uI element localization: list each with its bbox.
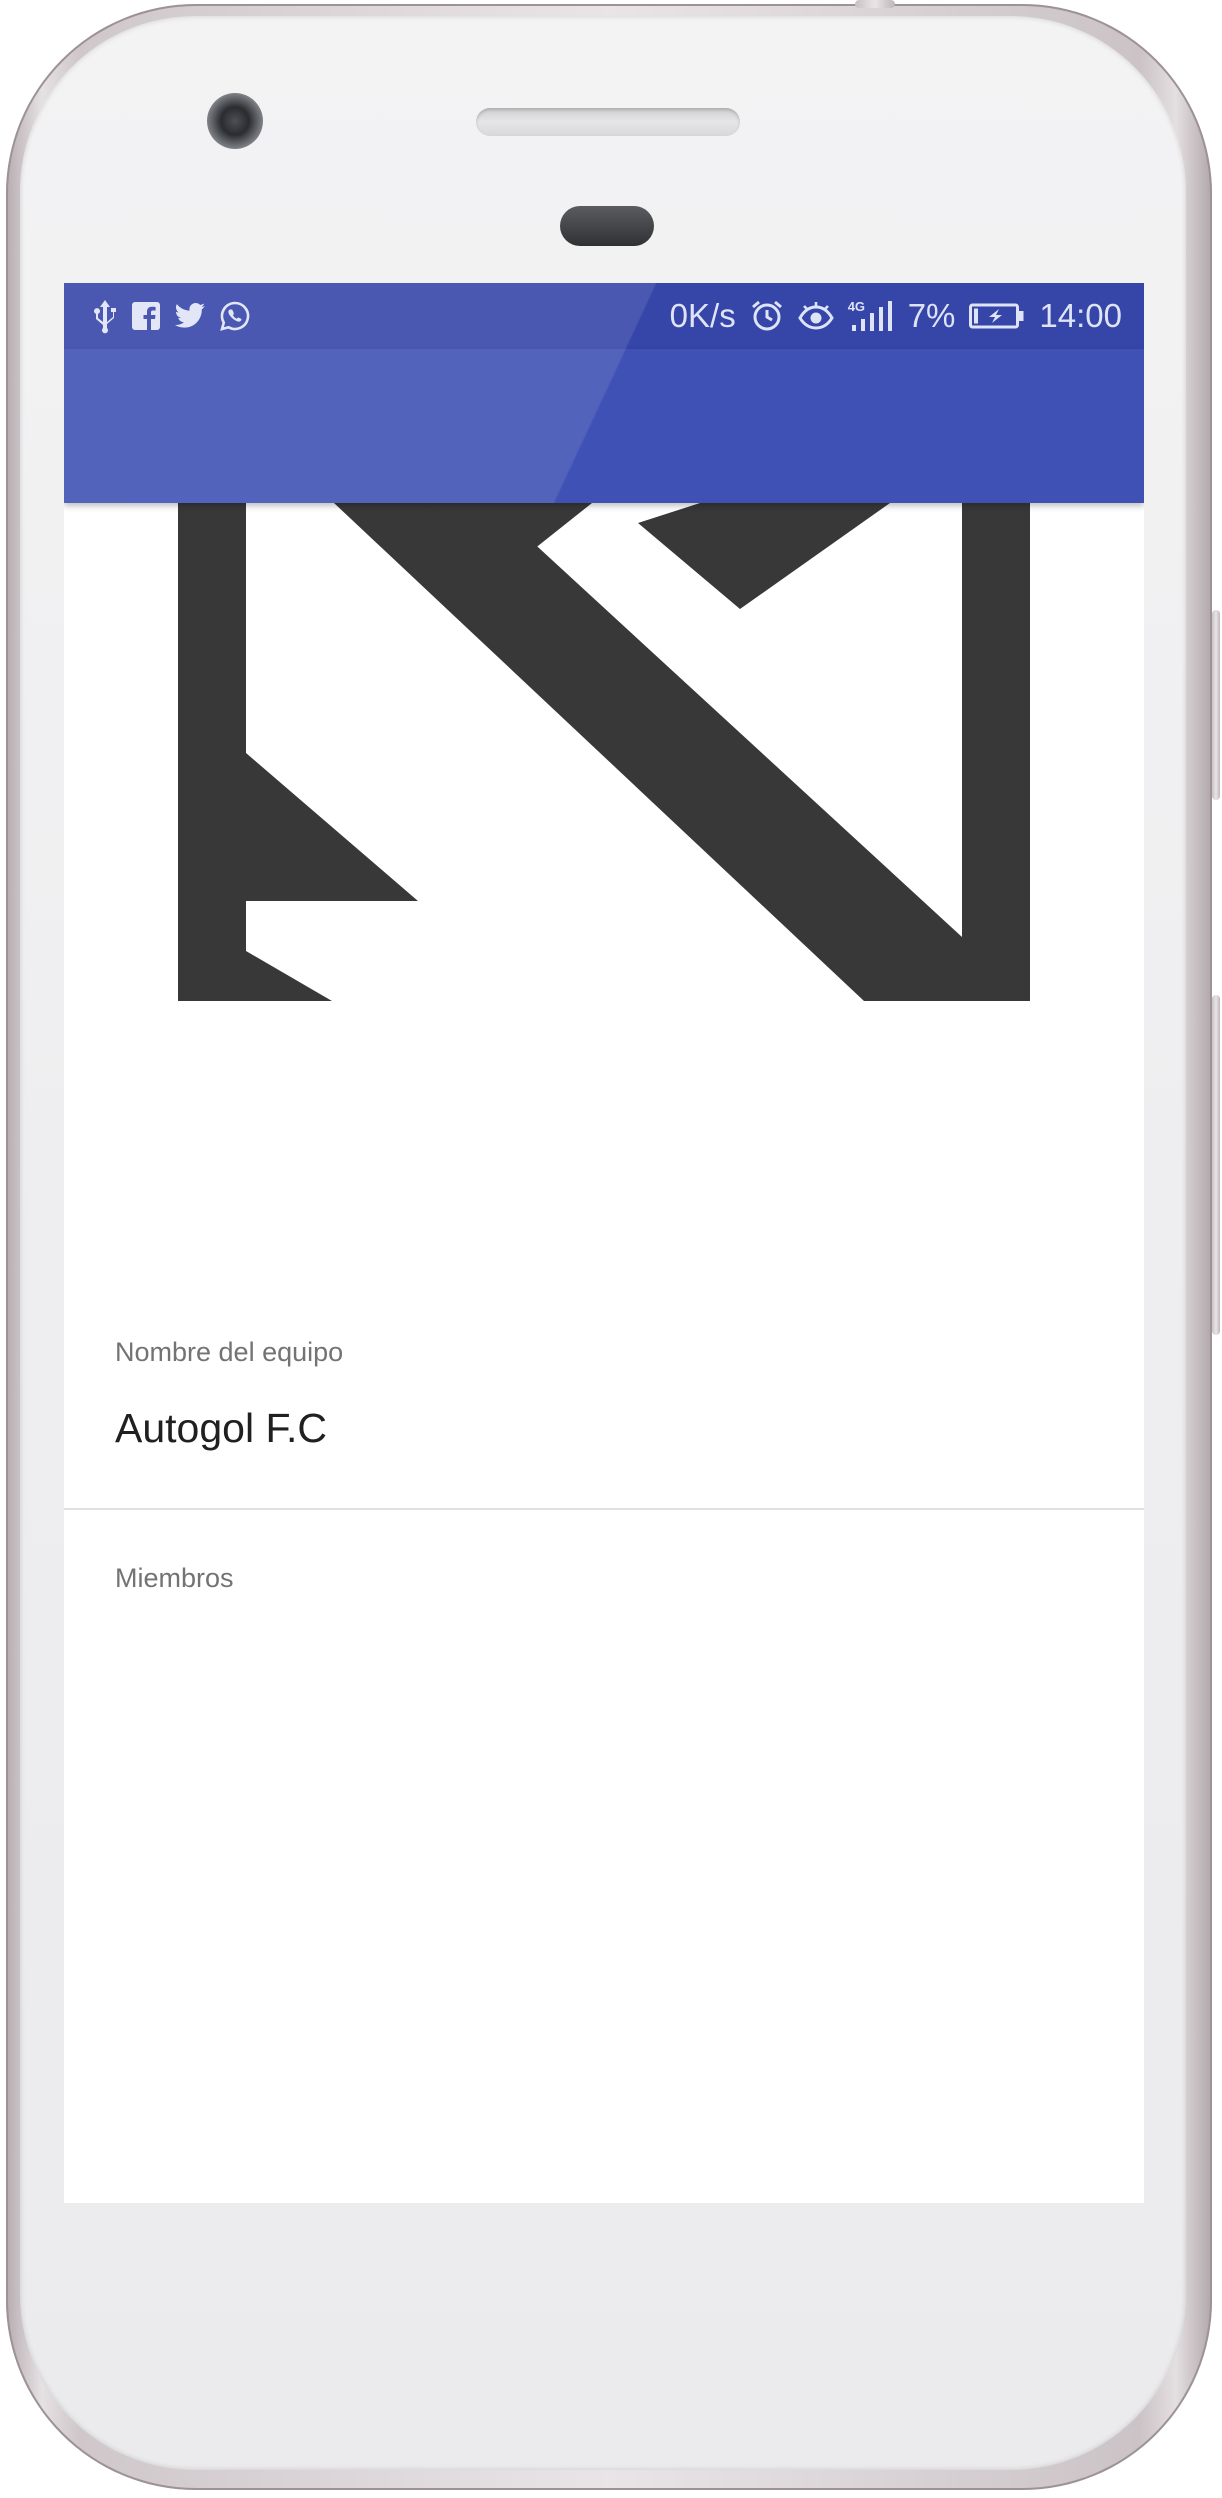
team-logo-image xyxy=(178,503,1030,1001)
status-left-icons xyxy=(92,298,250,334)
app-bar xyxy=(64,349,1144,503)
status-right-icons: 0K/s 4G 7% 14:00 xyxy=(670,297,1122,335)
alarm-icon xyxy=(750,299,784,333)
facebook-icon xyxy=(132,302,160,330)
top-button xyxy=(855,0,895,8)
proximity-sensor xyxy=(560,206,654,246)
team-name-label: Nombre del equipo xyxy=(115,1337,344,1367)
screen: 0K/s 4G 7% 14:00 Nombre del equipo Autog… xyxy=(64,283,1144,2203)
power-button xyxy=(1212,995,1220,1335)
front-camera xyxy=(207,93,263,149)
status-bar: 0K/s 4G 7% 14:00 xyxy=(64,283,1144,349)
clock: 14:00 xyxy=(1039,297,1122,334)
twitter-icon xyxy=(174,302,206,330)
section-divider xyxy=(64,1508,1144,1510)
eye-icon xyxy=(797,301,834,331)
battery-charging-icon xyxy=(969,302,1025,330)
device-canvas: 0K/s 4G 7% 14:00 Nombre del equipo Autog… xyxy=(0,0,1222,2498)
net-speed: 0K/s xyxy=(669,297,736,334)
earpiece-speaker xyxy=(476,108,740,136)
battery-percent: 7% xyxy=(907,297,956,334)
team-name-value: Autogol F.C xyxy=(115,1405,327,1451)
usb-icon xyxy=(92,298,118,334)
signal-icon: 4G xyxy=(848,299,894,333)
volume-button xyxy=(1212,610,1220,800)
whatsapp-icon xyxy=(220,301,250,331)
members-label: Miembros xyxy=(115,1563,234,1593)
